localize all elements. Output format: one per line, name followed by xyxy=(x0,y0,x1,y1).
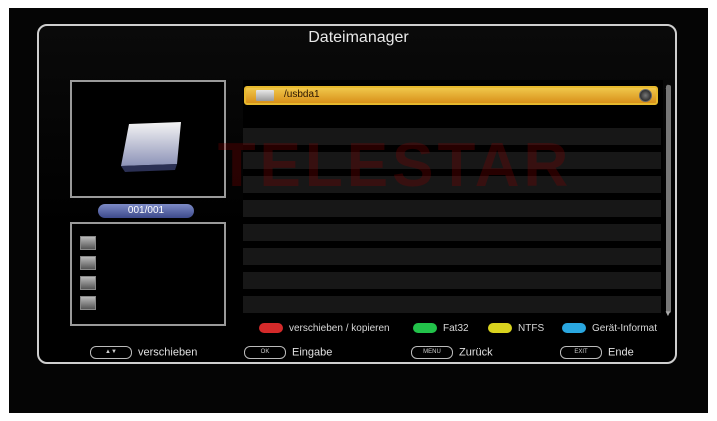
file-counter: 001/001 xyxy=(98,204,194,218)
settings-icon xyxy=(80,296,96,310)
watermark: TELESTAR xyxy=(217,131,573,200)
legend-red[interactable]: verschieben / kopieren xyxy=(259,323,390,337)
hint-enter[interactable]: OK Eingabe xyxy=(244,346,332,359)
exit-key-icon: EXIT xyxy=(560,346,602,359)
list-row-empty xyxy=(243,296,661,313)
legend-label: Gerät-Informat xyxy=(592,323,658,334)
window-title: Dateimanager xyxy=(308,29,409,46)
hint-label: Ende xyxy=(608,346,634,359)
picture-icon xyxy=(80,276,96,290)
legend-green[interactable]: Fat32 xyxy=(413,323,469,337)
arrows-key-icon: ▲▼ xyxy=(90,346,132,359)
user-icon xyxy=(80,256,96,270)
list-item-name: /usbda1 xyxy=(284,89,320,100)
folder-icon xyxy=(256,90,274,101)
yellow-button-icon xyxy=(488,323,512,334)
hint-move[interactable]: ▲▼ verschieben xyxy=(90,346,197,359)
list-row-empty xyxy=(243,224,661,241)
music-icon xyxy=(80,236,96,250)
red-button-icon xyxy=(259,323,283,334)
legend-blue[interactable]: Gerät-Informat xyxy=(562,323,657,337)
list-row-empty xyxy=(243,272,661,289)
list-item-selected[interactable]: /usbda1 xyxy=(244,86,658,105)
device-panel xyxy=(70,222,226,326)
legend-label: NTFS xyxy=(518,323,545,334)
scroll-down-icon[interactable]: ▼ xyxy=(664,309,672,318)
legend-label: verschieben / kopieren xyxy=(289,323,390,334)
green-button-icon xyxy=(413,323,437,334)
hint-label: Eingabe xyxy=(292,346,333,359)
ok-key-icon: OK xyxy=(244,346,286,359)
list-row-empty xyxy=(243,248,661,265)
record-icon xyxy=(639,89,652,102)
hint-exit[interactable]: EXIT Ende xyxy=(560,346,634,359)
hint-back[interactable]: MENU Zurück xyxy=(411,346,493,359)
folder-icon xyxy=(121,122,181,172)
list-row-empty xyxy=(243,200,661,217)
scrollbar[interactable] xyxy=(666,85,671,313)
blue-button-icon xyxy=(562,323,586,334)
hint-label: verschieben xyxy=(138,346,198,359)
legend-yellow[interactable]: NTFS xyxy=(488,323,544,337)
hint-label: Zurück xyxy=(459,346,493,359)
legend-label: Fat32 xyxy=(443,323,469,334)
menu-key-icon: MENU xyxy=(411,346,453,359)
